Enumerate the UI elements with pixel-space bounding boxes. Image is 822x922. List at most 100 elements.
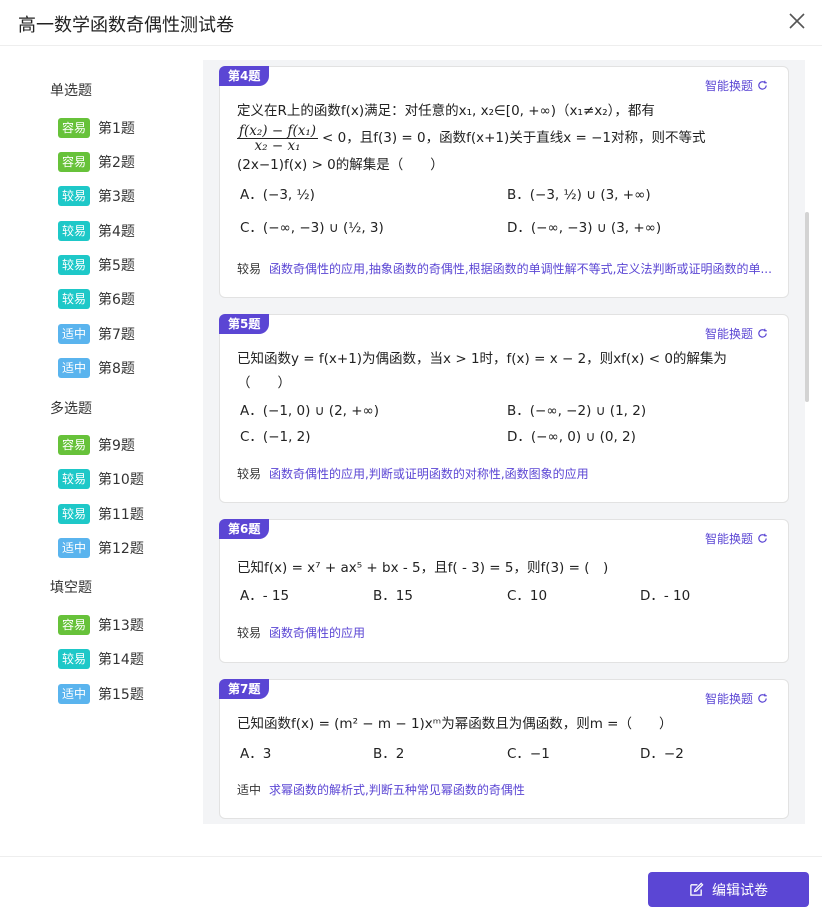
smart-swap-button[interactable]: 智能换题: [705, 530, 768, 547]
fraction-numerator: f(x₂) − f(x₁): [237, 122, 319, 139]
nav-item-q8[interactable]: 适中 第8题: [58, 358, 135, 378]
edit-paper-label: 编辑试卷: [712, 882, 768, 899]
smart-swap-button[interactable]: 智能换题: [705, 690, 768, 707]
option-d[interactable]: D．(−∞, 0) ∪ (0, 2): [507, 425, 636, 445]
stem-line: (2x−1)f(x) > 0的解集是（ ）: [237, 157, 444, 173]
knowledge-tags: 函数奇偶性的应用,判断或证明函数的对称性,函数图象的应用: [269, 467, 589, 481]
difficulty-badge: 适中: [58, 538, 90, 558]
refresh-icon: [758, 693, 767, 703]
option-b[interactable]: B．(−∞, −2) ∪ (1, 2): [507, 399, 646, 419]
option-d[interactable]: D．−2: [640, 742, 684, 762]
difficulty-text: 适中: [237, 783, 262, 797]
difficulty-badge: 适中: [58, 684, 90, 704]
nav-item-q2[interactable]: 容易 第2题: [58, 152, 135, 172]
option-a[interactable]: A．3: [240, 742, 271, 762]
question-number: 第5题: [219, 314, 270, 334]
stem-text: < 0，且f(3) = 0，函数f(x+1)关于直线x = −1对称，则不等式: [322, 130, 706, 146]
difficulty-badge: 较易: [58, 649, 90, 669]
question-card: 第7题 智能换题 已知函数f(x) = (m² − m − 1)xᵐ为幂函数且为…: [219, 679, 789, 819]
difficulty-badge: 容易: [58, 118, 90, 138]
difficulty-badge: 较易: [58, 255, 90, 275]
option-c[interactable]: C．−1: [507, 742, 550, 762]
edit-paper-button[interactable]: 编辑试卷: [648, 872, 809, 907]
question-card: 第5题 智能换题 已知函数y = f(x+1)为偶函数，当x > 1时，f(x)…: [219, 314, 789, 503]
option-c[interactable]: C．10: [507, 584, 547, 604]
nav-item-q5[interactable]: 较易 第5题: [58, 255, 135, 275]
difficulty-badge: 较易: [58, 289, 90, 309]
difficulty-text: 较易: [237, 626, 262, 640]
option-d[interactable]: D．- 10: [640, 584, 690, 604]
difficulty-text: 较易: [237, 262, 262, 276]
smart-swap-label: 智能换题: [704, 327, 753, 341]
nav-item-label: 第15题: [98, 687, 144, 703]
nav-item-q15[interactable]: 适中 第15题: [58, 684, 144, 704]
nav-item-q7[interactable]: 适中 第7题: [58, 324, 135, 344]
smart-swap-button[interactable]: 智能换题: [705, 77, 768, 94]
knowledge-tags: 求幂函数的解析式,判断五种常见幂函数的奇偶性: [269, 783, 525, 797]
question-stem: 已知函数y = f(x+1)为偶函数，当x > 1时，f(x) = x − 2，…: [237, 347, 777, 395]
nav-item-q13[interactable]: 容易 第13题: [58, 615, 144, 635]
difficulty-badge: 容易: [58, 435, 90, 455]
nav-item-label: 第13题: [98, 618, 144, 634]
question-number: 第6题: [219, 519, 270, 539]
question-card: 第6题 智能换题 已知f(x) = x⁷ + ax⁵ + bx - 5，且f( …: [219, 519, 789, 663]
question-number: 第7题: [219, 679, 270, 699]
nav-item-q1[interactable]: 容易 第1题: [58, 118, 135, 138]
nav-item-label: 第9题: [98, 438, 135, 454]
nav-item-label: 第1题: [98, 121, 135, 137]
difficulty-badge: 较易: [58, 504, 90, 524]
difficulty-badge: 较易: [58, 221, 90, 241]
question-stem: 定义在R上的函数f(x)满足：对任意的x₁, x₂∈[0, +∞)（x₁≠x₂）…: [237, 99, 777, 177]
option-a[interactable]: A．- 15: [240, 584, 289, 604]
nav-item-label: 第14题: [98, 652, 144, 668]
nav-item-q4[interactable]: 较易 第4题: [58, 221, 135, 241]
option-b[interactable]: B．15: [373, 584, 413, 604]
option-c[interactable]: C．(−1, 2): [240, 425, 311, 445]
smart-swap-label: 智能换题: [704, 532, 753, 546]
section-title-multi: 多选题: [50, 401, 92, 417]
nav-item-q9[interactable]: 容易 第9题: [58, 435, 135, 455]
stem-line: 定义在R上的函数f(x)满足：对任意的x₁, x₂∈[0, +∞)（x₁≠x₂）…: [237, 103, 655, 119]
nav-item-q6[interactable]: 较易 第6题: [58, 289, 135, 309]
question-meta: 较易 函数奇偶性的应用,判断或证明函数的对称性,函数图象的应用: [237, 465, 589, 482]
scrollbar-thumb[interactable]: [805, 212, 809, 402]
question-stem: 已知f(x) = x⁷ + ax⁵ + bx - 5，且f( - 3) = 5，…: [237, 560, 609, 576]
nav-item-label: 第6题: [98, 292, 135, 308]
difficulty-badge: 容易: [58, 615, 90, 635]
nav-item-q11[interactable]: 较易 第11题: [58, 504, 144, 524]
question-stem: 已知函数f(x) = (m² − m − 1)xᵐ为幂函数且为偶函数，则m =（…: [237, 716, 673, 732]
dialog-header: 高一数学函数奇偶性测试卷: [0, 0, 822, 46]
question-meta: 适中 求幂函数的解析式,判断五种常见幂函数的奇偶性: [237, 781, 525, 798]
fraction-denominator: x₂ − x₁: [254, 137, 301, 154]
nav-item-label: 第4题: [98, 224, 135, 240]
smart-swap-button[interactable]: 智能换题: [705, 325, 768, 342]
option-c[interactable]: C．(−∞, −3) ∪ (½, 3): [240, 216, 384, 236]
option-a[interactable]: A．(−3, ½): [240, 183, 315, 203]
refresh-icon: [758, 533, 767, 543]
nav-item-q3[interactable]: 较易 第3题: [58, 186, 135, 206]
question-meta: 较易 函数奇偶性的应用: [237, 624, 365, 641]
question-list[interactable]: 第4题 智能换题 定义在R上的函数f(x)满足：对任意的x₁, x₂∈[0, +…: [203, 60, 805, 824]
nav-item-label: 第3题: [98, 189, 135, 205]
nav-item-label: 第7题: [98, 327, 135, 343]
difficulty-badge: 较易: [58, 469, 90, 489]
difficulty-badge: 适中: [58, 358, 90, 378]
edit-icon: [690, 882, 704, 896]
question-card: 第4题 智能换题 定义在R上的函数f(x)满足：对任意的x₁, x₂∈[0, +…: [219, 66, 789, 298]
option-d[interactable]: D．(−∞, −3) ∪ (3, +∞): [507, 216, 661, 236]
fraction: f(x₂) − f(x₁) x₂ − x₁: [237, 122, 319, 154]
nav-item-q12[interactable]: 适中 第12题: [58, 538, 144, 558]
difficulty-text: 较易: [237, 467, 262, 481]
difficulty-badge: 容易: [58, 152, 90, 172]
section-title-single: 单选题: [50, 83, 92, 99]
nav-item-label: 第10题: [98, 472, 144, 488]
nav-item-label: 第8题: [98, 361, 135, 377]
option-b[interactable]: B．(−3, ½) ∪ (3, +∞): [507, 183, 651, 203]
stem-line: 已知函数y = f(x+1)为偶函数，当x > 1时，f(x) = x − 2，…: [237, 351, 727, 367]
option-b[interactable]: B．2: [373, 742, 404, 762]
nav-item-q14[interactable]: 较易 第14题: [58, 649, 144, 669]
nav-item-q10[interactable]: 较易 第10题: [58, 469, 144, 489]
nav-item-label: 第12题: [98, 541, 144, 557]
close-icon[interactable]: [786, 10, 808, 32]
option-a[interactable]: A．(−1, 0) ∪ (2, +∞): [240, 399, 379, 419]
